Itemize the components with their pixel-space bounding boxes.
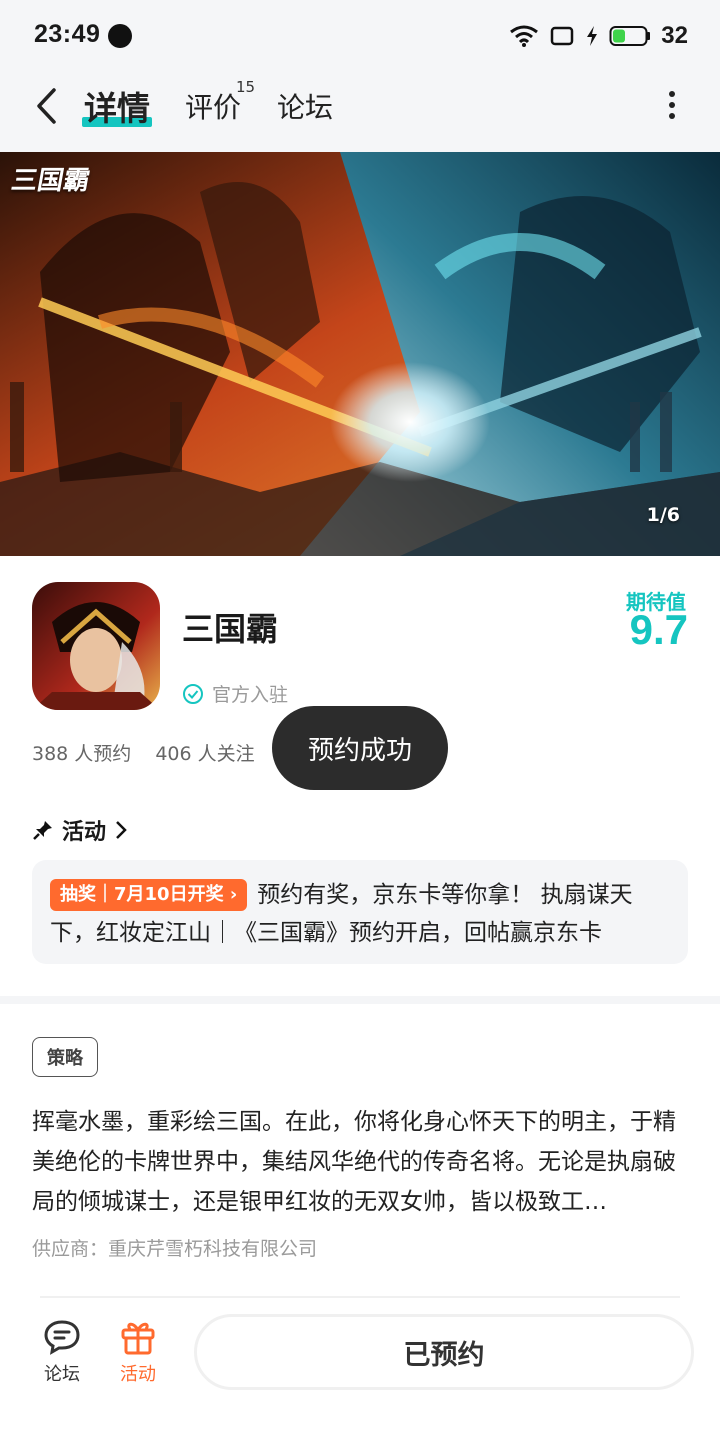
vendor-info: 供应商：重庆芹雪朽科技有限公司 <box>32 1238 318 1260</box>
expect-score: 9.7 <box>629 606 688 653</box>
status-time: 23:49 <box>34 20 101 48</box>
battery-icon <box>609 26 651 46</box>
banner-page-counter: 1/6 <box>646 504 680 526</box>
battery-level: 32 <box>661 22 688 49</box>
review-count-badge: 15 <box>236 78 256 96</box>
notification-icon <box>108 24 132 48</box>
lottery-tag: 抽奖｜7月10日开奖 › <box>50 879 248 911</box>
chat-bubble-icon <box>44 1320 80 1355</box>
bottom-action-bar: 论坛 活动 已预约 <box>0 1296 720 1440</box>
game-description[interactable]: 挥毫水墨，重彩绘三国。在此，你将化身心怀天下的明主，于精美绝伦的卡牌世界中，集结… <box>32 1102 692 1222</box>
charging-icon <box>587 26 598 46</box>
forum-button[interactable]: 论坛 <box>32 1318 92 1386</box>
activity-button-label: 活动 <box>120 1364 156 1385</box>
tab-details[interactable]: 详情 <box>84 82 150 130</box>
back-arrow-icon[interactable] <box>30 84 66 128</box>
app-name: 三国霸 <box>182 610 279 648</box>
gift-icon <box>121 1322 155 1355</box>
app-stats: 388 人预约 406 人关注 <box>32 739 255 766</box>
section-divider <box>0 996 720 1004</box>
banner-game-logo: 三国霸 <box>8 166 93 196</box>
activity-button[interactable]: 活动 <box>108 1318 168 1386</box>
verified-check-icon <box>183 683 203 704</box>
lottery-tag-label: 抽奖｜7月10日开奖 <box>60 884 224 905</box>
bottom-bar-divider <box>40 1296 680 1298</box>
top-nav: 详情 评价 15 论坛 <box>0 72 720 152</box>
follower-count: 406 人关注 <box>155 743 255 765</box>
activity-card[interactable]: 抽奖｜7月10日开奖 › 预约有奖，京东卡等你拿！ 执扇谋天下，红妆定江山｜《三国… <box>32 860 688 964</box>
reservation-count: 388 人预约 <box>32 743 132 765</box>
official-badge: 官方入驻 <box>182 680 288 707</box>
official-label: 官方入驻 <box>212 684 289 706</box>
tab-forum[interactable]: 论坛 <box>277 86 333 126</box>
game-banner-image[interactable]: 三国霸 1/6 <box>0 152 720 556</box>
more-options-icon[interactable] <box>664 90 680 120</box>
reservation-success-toast: 预约成功 <box>272 706 448 790</box>
reserved-button[interactable]: 已预约 <box>194 1314 694 1390</box>
tab-reviews[interactable]: 评价 <box>185 86 241 126</box>
pin-icon <box>33 821 52 840</box>
app-icon <box>32 582 160 710</box>
activity-section-header[interactable]: 活动 <box>32 814 128 846</box>
status-bar: 23:49 32 <box>0 0 720 72</box>
genre-tag[interactable]: 策略 <box>32 1037 98 1077</box>
chevron-right-icon <box>116 821 127 839</box>
activity-header-label: 活动 <box>62 820 107 845</box>
status-icons: 32 <box>509 20 688 52</box>
wifi-icon <box>510 25 539 47</box>
screen-icon <box>551 26 574 46</box>
forum-button-label: 论坛 <box>44 1364 80 1385</box>
